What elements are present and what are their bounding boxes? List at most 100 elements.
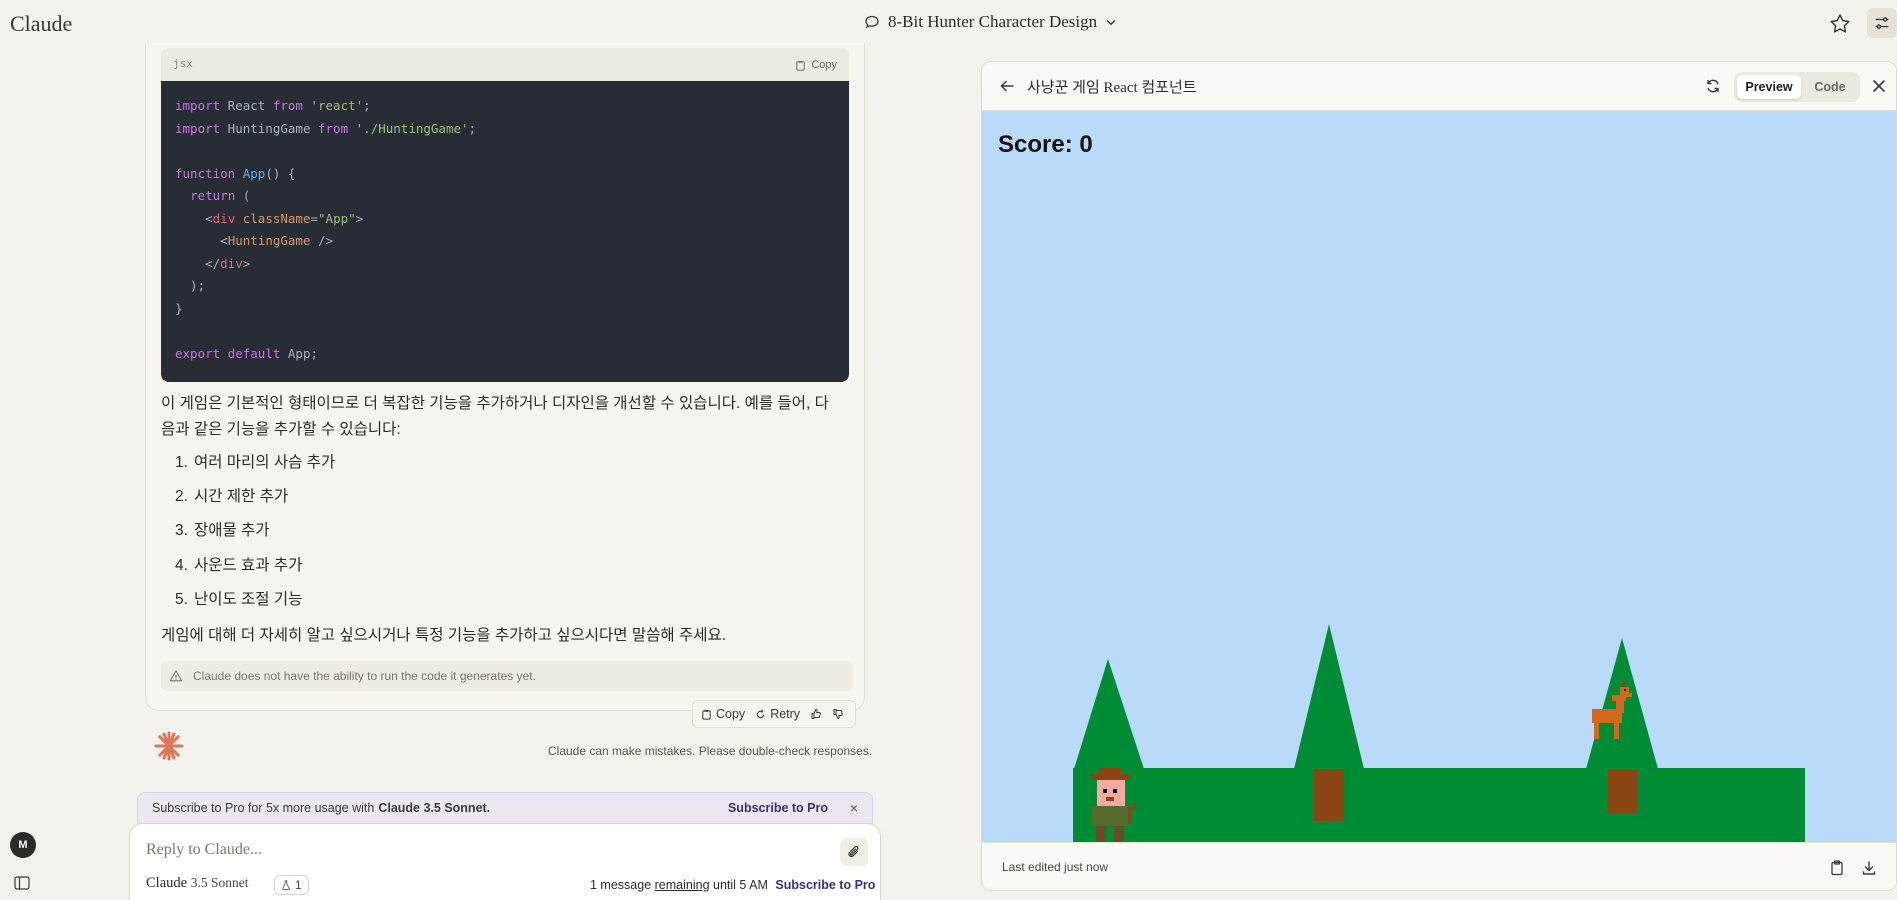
code-line: import HuntingGame from './HuntingGame'; — [175, 118, 835, 141]
composer-subscribe-link[interactable]: Subscribe to Pro — [775, 878, 875, 892]
copy-response-button[interactable]: Copy — [701, 707, 745, 721]
retry-button[interactable]: Retry — [755, 707, 800, 721]
disclaimer-text: Claude can make mistakes. Please double-… — [548, 744, 873, 758]
code-token: from — [272, 98, 303, 113]
sliders-icon — [1875, 17, 1889, 29]
chevron-down-icon — [1106, 20, 1116, 26]
usage-remaining: 1 message remaining until 5 AM Subscribe… — [590, 878, 875, 892]
back-arrow-icon[interactable] — [998, 77, 1016, 95]
pine-tree-middle — [1294, 624, 1364, 769]
clipboard-icon[interactable] — [1828, 859, 1846, 877]
star-icon[interactable] — [1828, 12, 1852, 36]
reply-input[interactable] — [146, 838, 826, 862]
code-line: import React from 'react'; — [175, 95, 835, 118]
code-copy-button[interactable]: Copy — [795, 59, 837, 71]
list-item-text: 난이도 조절 기능 — [193, 590, 303, 608]
code-token: div — [212, 210, 236, 226]
message-intro: 이 게임은 기본적인 형태이므로 더 복잡한 기능을 추가하거나 디자인을 개선… — [161, 395, 829, 438]
avatar[interactable]: M — [10, 832, 36, 858]
chat-bubble-icon — [865, 15, 879, 29]
code-line: function App() { — [175, 163, 835, 186]
list-item-text: 사운드 효과 추가 — [193, 556, 303, 574]
close-icon[interactable]: × — [850, 800, 858, 816]
conversation-title: 8-Bit Hunter Character Design — [888, 12, 1098, 31]
code-token: 'react' — [310, 98, 364, 113]
game-canvas — [1073, 624, 1805, 842]
remaining-link[interactable]: remaining — [655, 878, 710, 892]
refresh-icon[interactable] — [1704, 77, 1722, 95]
code-warning: Claude does not have the ability to run … — [161, 661, 853, 691]
reply-composer: Claude 3.5 Sonnet 1 1 message remaining … — [129, 823, 881, 900]
tab-code[interactable]: Code — [1803, 75, 1857, 99]
list-item-text: 시간 제한 추가 — [193, 488, 289, 506]
code-token: < — [175, 210, 213, 226]
app-brand[interactable]: Claude — [10, 11, 72, 37]
code-token: App; — [280, 345, 319, 361]
code-token: ); — [175, 278, 206, 293]
warning-icon — [169, 670, 183, 682]
banner-text: Subscribe to Pro for 5x more usage with — [152, 801, 375, 815]
code-token: from — [318, 120, 349, 136]
code-line: } — [175, 298, 835, 321]
clipboard-icon — [702, 709, 711, 720]
list-item-number: 5. — [175, 590, 188, 608]
artifact-header: 사냥꾼 게임 React 컴포넌트 Preview Code — [982, 62, 1896, 111]
remaining-pre: 1 message — [590, 878, 652, 892]
code-token: HuntingGame — [220, 120, 318, 136]
close-icon[interactable] — [1870, 77, 1888, 95]
code-token: </ — [175, 255, 221, 271]
message-actions: Copy Retry — [692, 700, 856, 728]
code-token: default — [227, 345, 281, 361]
code-token: React — [220, 98, 273, 113]
top-bar: Claude 8-Bit Hunter Character Design — [0, 0, 1897, 48]
project-count: 1 — [295, 878, 302, 892]
code-line: export default App; — [175, 343, 835, 366]
message-outro: 게임에 대해 더 자세히 알고 싶으시거나 특정 기능을 추가하고 싶으시다면 … — [161, 627, 727, 644]
code-token: /> — [310, 233, 334, 248]
conversation-title-dropdown[interactable]: 8-Bit Hunter Character Design — [864, 12, 1117, 32]
sidebar-toggle-icon[interactable] — [14, 876, 30, 890]
list-item: 3. 장애물 추가 — [175, 518, 335, 552]
code-token: function — [175, 165, 236, 181]
model-selector[interactable]: Claude 3.5 Sonnet — [146, 875, 248, 892]
retry-icon — [757, 709, 765, 718]
view-toggle: Preview Code — [1734, 72, 1860, 102]
code-line: ); — [175, 275, 835, 298]
code-token: div — [220, 255, 243, 271]
code-warning-text: Claude does not have the ability to run … — [193, 669, 536, 683]
settings-button[interactable] — [1867, 8, 1897, 38]
download-icon[interactable] — [1860, 859, 1878, 877]
tree-trunk-right — [1608, 769, 1637, 813]
code-line: return ( — [175, 185, 835, 208]
code-language-label: jsx — [173, 57, 193, 70]
thumbs-down-icon[interactable] — [832, 708, 844, 720]
tree-trunk-middle — [1314, 769, 1344, 821]
code-token: = — [310, 210, 319, 226]
tab-preview[interactable]: Preview — [1737, 75, 1801, 99]
thumbs-up-icon[interactable] — [810, 708, 822, 720]
list-item: 5. 난이도 조절 기능 — [175, 587, 335, 621]
attach-button[interactable] — [840, 838, 868, 866]
project-badge[interactable]: 1 — [274, 875, 309, 895]
code-token: return — [190, 188, 236, 203]
copy-response-label: Copy — [716, 707, 746, 721]
feature-list: 1. 여러 마리의 사슴 추가 2. 시간 제한 추가 3. 장애물 추가 4. 사운드 효과… — [175, 450, 335, 621]
game-preview[interactable]: Score: 0 — [982, 111, 1896, 842]
remaining-post: until 5 AM — [713, 878, 768, 892]
model-version: 3.5 Sonnet — [190, 875, 249, 890]
code-token: import — [175, 120, 221, 136]
code-token: > — [355, 210, 364, 226]
code-token: } — [175, 300, 183, 316]
clipboard-icon — [796, 60, 805, 71]
list-item: 4. 사운드 효과 추가 — [175, 553, 335, 587]
code-token: import — [175, 98, 221, 113]
banner-subscribe-link[interactable]: Subscribe to Pro — [728, 801, 828, 815]
list-item-number: 2. — [175, 488, 188, 506]
subscribe-banner: Subscribe to Pro for 5x more usage with C… — [137, 792, 873, 824]
